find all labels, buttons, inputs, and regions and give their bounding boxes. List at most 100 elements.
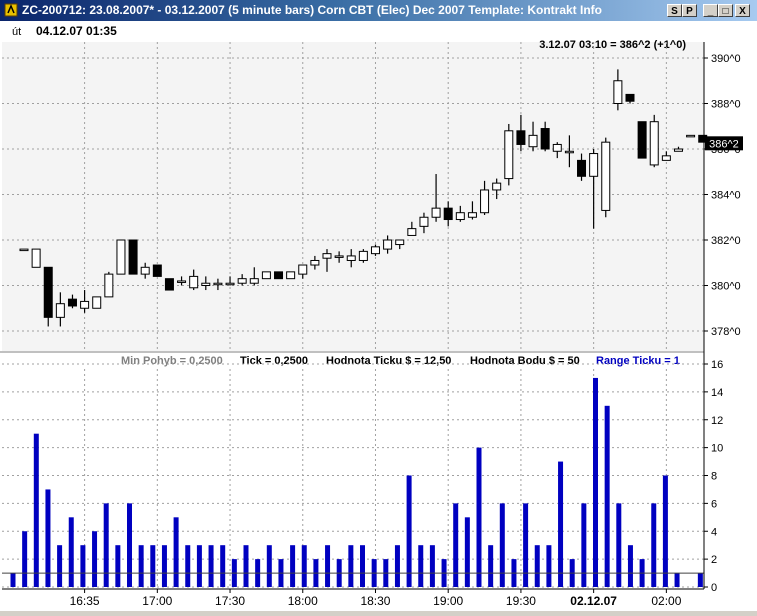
- candle-body: [213, 282, 223, 286]
- volume-tick-label: 14: [711, 387, 723, 399]
- volume-bar: [115, 545, 121, 587]
- volume-bar: [558, 461, 564, 587]
- volume-bar: [290, 545, 296, 587]
- min-pohyb-label: Min Pohyb = 0,2500: [121, 355, 223, 367]
- candle-body: [431, 207, 441, 218]
- hodnota-ticku-label: Hodnota Ticku $ = 12,50: [326, 355, 451, 367]
- time-tick-label: 17:30: [215, 594, 245, 608]
- volume-bar: [499, 503, 505, 587]
- volume-bar: [453, 503, 459, 587]
- volume-tick-label: 12: [711, 415, 723, 427]
- candle-body: [274, 271, 284, 280]
- volume-bar: [523, 503, 529, 587]
- price-tick-label: 380^0: [711, 281, 741, 293]
- day-label: út: [12, 26, 21, 38]
- candle-body: [649, 121, 659, 166]
- volume-tick-label: 8: [711, 471, 717, 483]
- time-tick-label: 02.12.07: [570, 594, 617, 608]
- volume-bar: [208, 545, 214, 587]
- range-ticku-label: Range Ticku = 1: [596, 355, 680, 367]
- volume-bar: [348, 545, 354, 587]
- price-tick-label: 384^0: [711, 190, 741, 202]
- candle-body: [286, 271, 296, 280]
- volume-bar: [127, 503, 132, 587]
- volume-bar: [697, 573, 703, 587]
- volume-bar: [546, 545, 552, 587]
- candle-body: [298, 264, 308, 275]
- volume-bar: [406, 475, 412, 587]
- volume-bar: [173, 517, 179, 587]
- volume-bar: [103, 503, 109, 587]
- volume-bar: [161, 545, 167, 587]
- volume-bar: [674, 573, 680, 587]
- candle-body: [55, 303, 65, 318]
- candle-body: [177, 280, 187, 283]
- volume-bar: [429, 545, 435, 587]
- candle-body: [261, 271, 271, 280]
- datetime-label: 04.12.07 01:35: [36, 24, 117, 38]
- price-panel: [2, 42, 704, 351]
- volume-bar: [10, 573, 16, 587]
- hodnota-bodu-label: Hodnota Bodu $ = 50: [470, 355, 580, 367]
- volume-bar: [45, 489, 51, 587]
- volume-bar: [418, 545, 424, 587]
- candle-body: [480, 189, 490, 214]
- volume-bar: [616, 503, 622, 587]
- volume-bar: [196, 545, 202, 587]
- candle-body: [140, 266, 150, 275]
- price-tick-label: 390^0: [711, 53, 741, 65]
- chart-area[interactable]: út 04.12.07 01:35 3.12.07 03:10 = 386^2 …: [0, 21, 757, 611]
- window-title: ZC-200712: 23.08.2007* - 03.12.2007 (5 m…: [22, 3, 602, 17]
- volume-bar: [33, 433, 39, 587]
- candle-body: [237, 278, 247, 284]
- candle-body: [358, 250, 368, 261]
- candle-body: [31, 248, 41, 268]
- close-button[interactable]: X: [735, 4, 750, 17]
- candle-body: [443, 207, 453, 221]
- candle-body: [637, 121, 647, 159]
- maximize-button[interactable]: □: [718, 4, 733, 17]
- candle-body: [395, 239, 405, 246]
- chart-svg[interactable]: út 04.12.07 01:35 3.12.07 03:10 = 386^2 …: [0, 21, 757, 611]
- volume-bar: [581, 503, 587, 587]
- candle-body: [661, 155, 671, 161]
- candle-body: [686, 134, 696, 138]
- volume-bar: [138, 545, 144, 587]
- candle-body: [540, 128, 550, 150]
- volume-bar: [651, 503, 657, 587]
- volume-bar: [22, 531, 28, 587]
- volume-bar: [360, 545, 365, 587]
- volume-tick-label: 4: [711, 526, 717, 538]
- p-button[interactable]: P: [682, 4, 697, 17]
- minimize-button[interactable]: _: [703, 4, 718, 17]
- price-tick-label: 378^0: [711, 326, 741, 338]
- volume-bar: [476, 447, 482, 587]
- candle-body: [492, 182, 502, 191]
- volume-bar: [488, 545, 494, 587]
- title-bar[interactable]: ZC-200712: 23.08.2007* - 03.12.2007 (5 m…: [0, 0, 757, 21]
- volume-tick-label: 6: [711, 498, 717, 510]
- s-button[interactable]: S: [667, 4, 682, 17]
- candle-body: [19, 248, 29, 252]
- candle-body: [152, 264, 162, 277]
- candle-body: [370, 246, 380, 255]
- candle-body: [43, 266, 53, 318]
- candle-body: [528, 134, 538, 148]
- candle-body: [92, 296, 102, 309]
- candle-body: [104, 273, 114, 298]
- price-tick-label: 388^0: [711, 99, 741, 111]
- candle-body: [601, 141, 611, 211]
- volume-bar: [325, 545, 331, 587]
- candle-body: [455, 212, 465, 221]
- candle-body: [419, 216, 429, 227]
- volume-bar: [266, 545, 272, 587]
- volume-bar: [627, 545, 633, 587]
- volume-tick-label: 10: [711, 443, 723, 455]
- candle-body: [164, 278, 174, 291]
- volume-bar: [243, 545, 249, 587]
- time-tick-label: 17:00: [142, 594, 172, 608]
- candle-body: [334, 255, 344, 258]
- volume-bar: [80, 545, 86, 587]
- candle-body: [407, 228, 417, 236]
- candle-body: [225, 282, 235, 286]
